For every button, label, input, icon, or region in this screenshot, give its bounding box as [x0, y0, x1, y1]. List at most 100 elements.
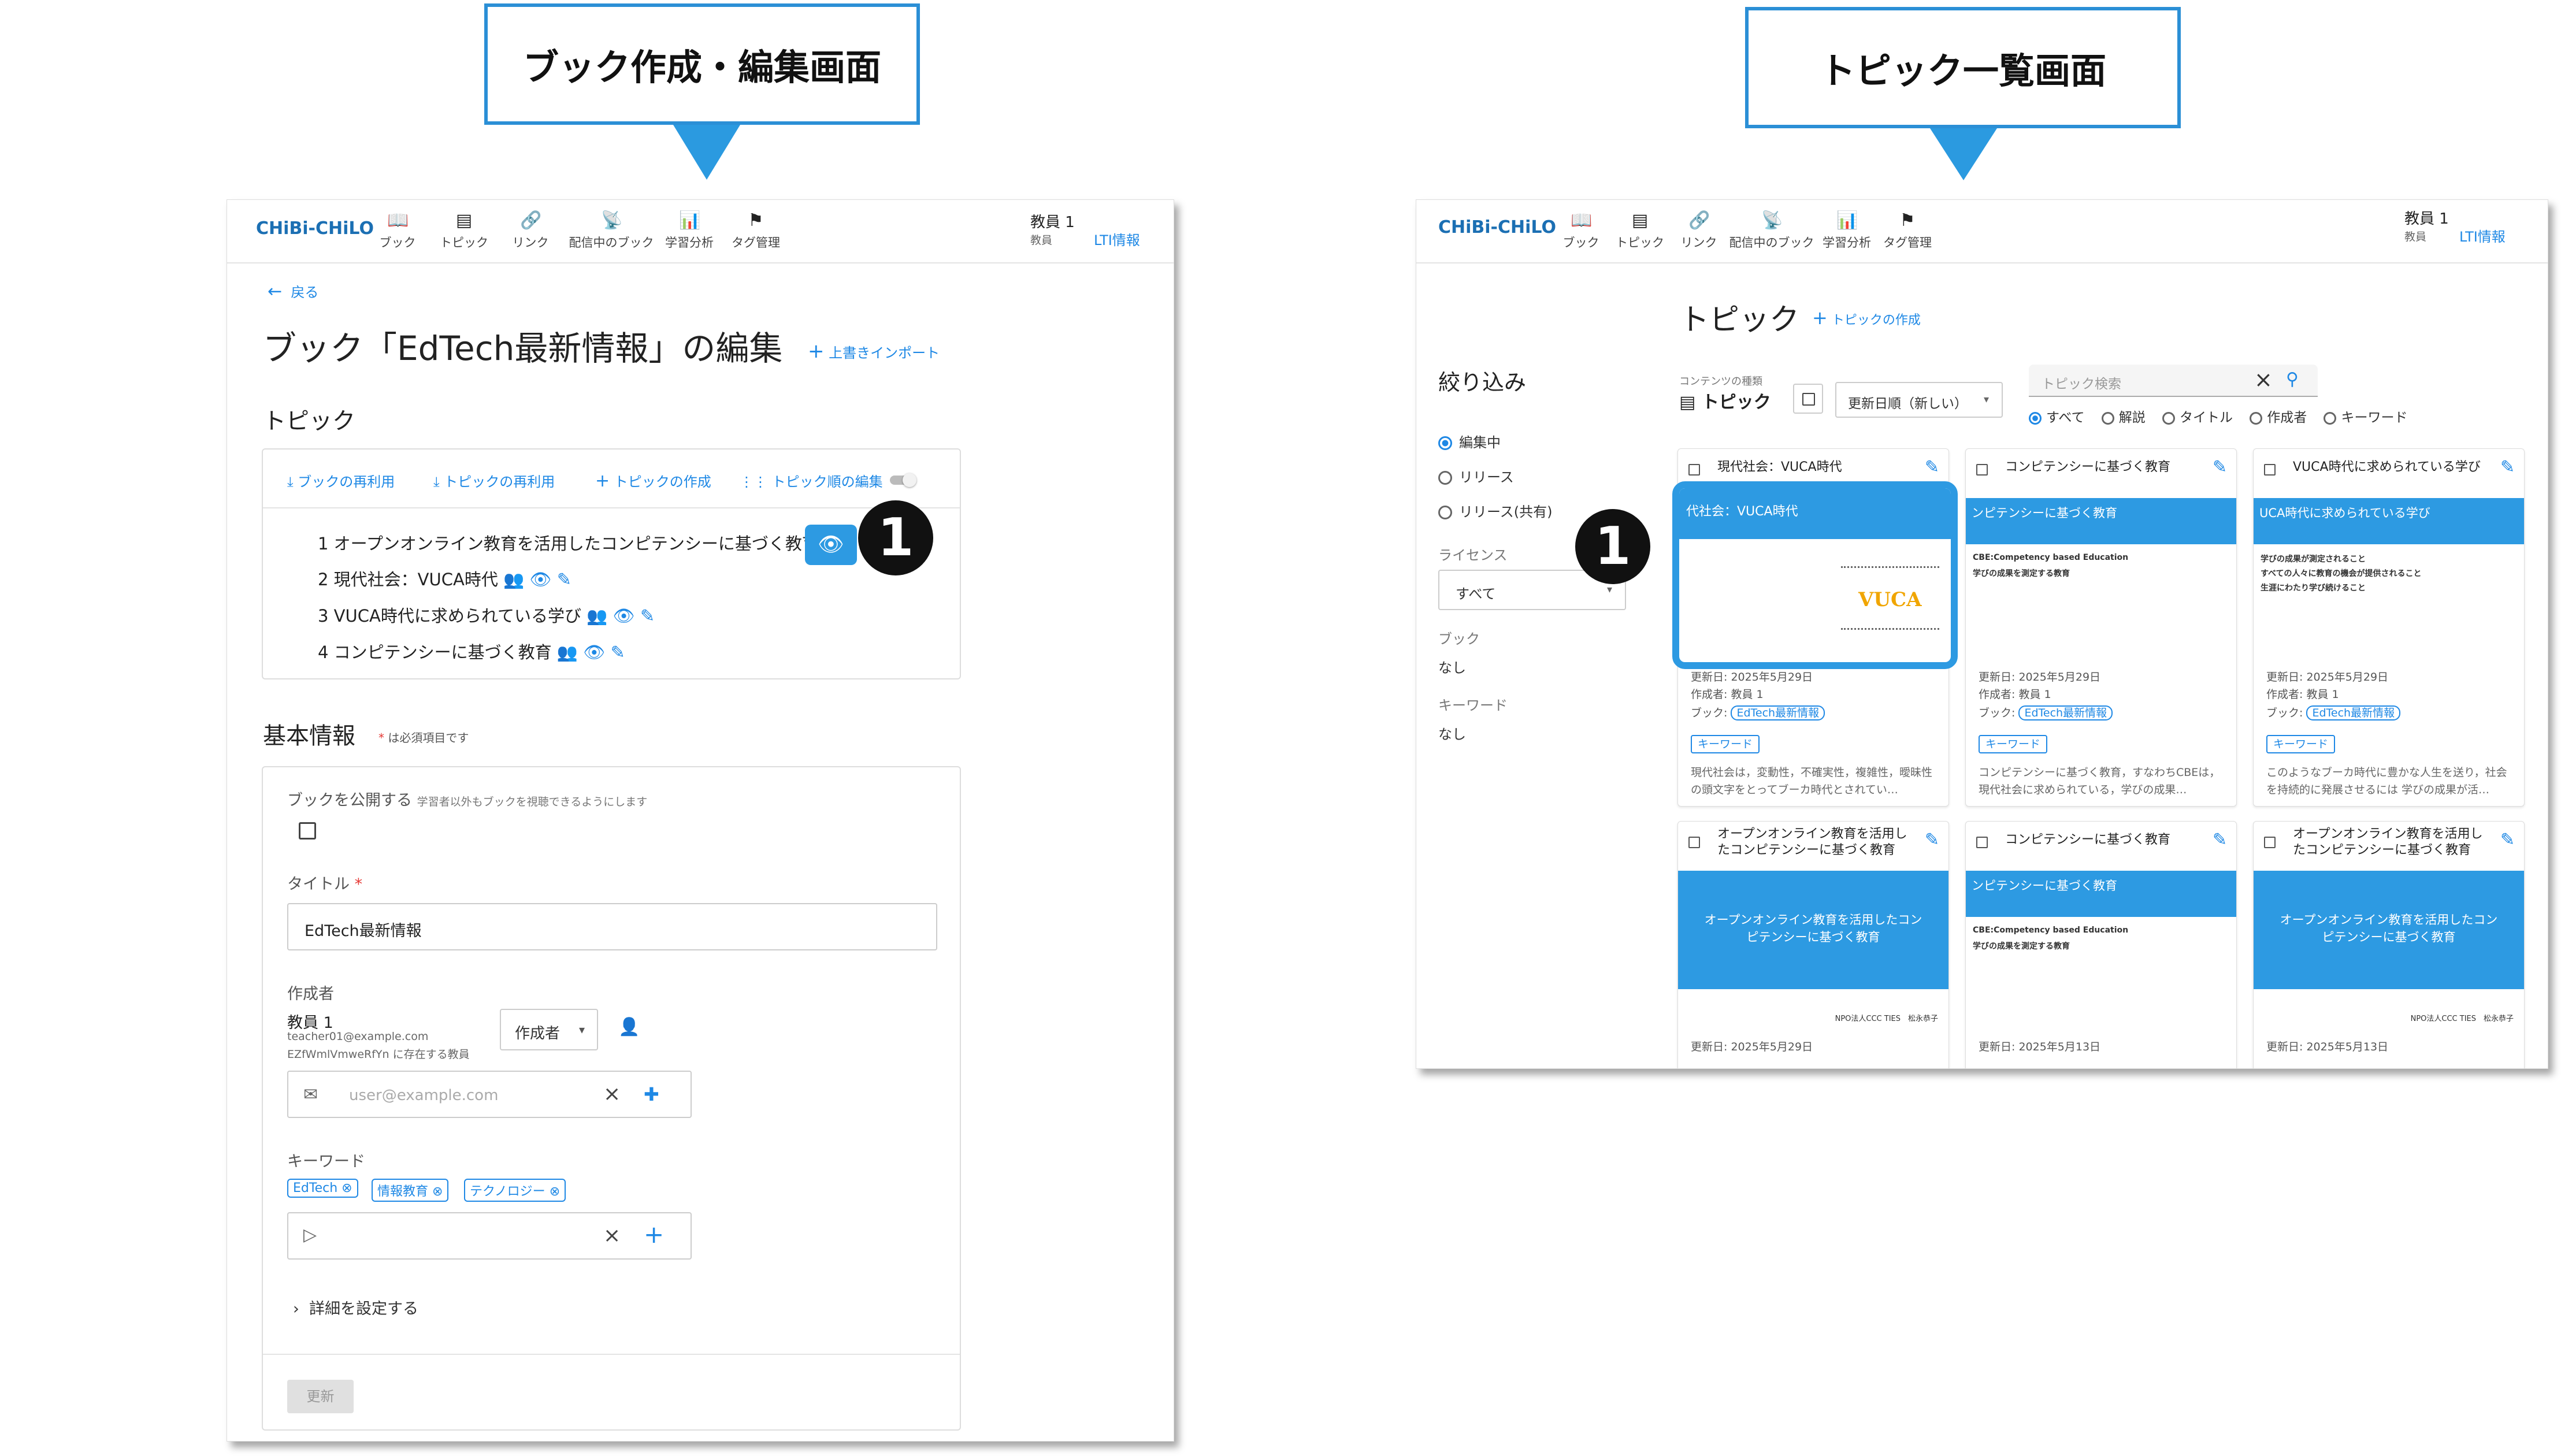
- scope-author[interactable]: 作成者: [2250, 410, 2307, 425]
- app-logo[interactable]: CHiBi-CHiLO: [256, 218, 374, 239]
- edit-icon[interactable]: ✎: [2213, 457, 2227, 477]
- eye-icon[interactable]: 👁: [613, 606, 635, 626]
- preview-eye-highlight[interactable]: 👁: [805, 525, 857, 565]
- create-topic-button[interactable]: + トピックの作成: [595, 470, 711, 491]
- nav-tags[interactable]: ⚑ タグ管理: [1876, 211, 1939, 251]
- chip-remove-icon[interactable]: ⊗: [342, 1181, 352, 1195]
- book-chip[interactable]: EdTech最新情報: [1731, 705, 1825, 720]
- nav-analytics[interactable]: 📊 学習分析: [1815, 211, 1879, 251]
- email-placeholder: user@example.com: [349, 1087, 499, 1104]
- clear-icon[interactable]: ×: [603, 1082, 621, 1106]
- topic-card[interactable]: コンピテンシーに基づく教育 ✎ ンピテンシーに基づく教育 CBE:Compete…: [1965, 448, 2237, 807]
- edit-icon[interactable]: ✎: [640, 606, 655, 626]
- nav-topic[interactable]: ▤ トピック: [1608, 211, 1672, 251]
- scope-title[interactable]: タイトル: [2162, 410, 2233, 425]
- filter-status-release[interactable]: リリース: [1438, 466, 1514, 486]
- preview-highlight[interactable]: 代社会：VUCA時代 VUCA: [1672, 481, 1958, 669]
- edit-icon[interactable]: ✎: [557, 570, 571, 590]
- card-checkbox[interactable]: [2264, 837, 2276, 848]
- keyword-chip[interactable]: 情報教育 ⊗: [372, 1179, 449, 1202]
- lti-link[interactable]: LTI情報: [1094, 229, 1140, 249]
- nav-topic[interactable]: ▤ トピック: [432, 211, 496, 251]
- content-type-label: コンテンツの種類: [1679, 376, 1762, 388]
- nav-book[interactable]: 📖 ブック: [366, 211, 429, 251]
- filter-status-editing[interactable]: 編集中: [1438, 431, 1501, 451]
- scope-keyword[interactable]: キーワード: [2324, 410, 2407, 425]
- card-checkbox[interactable]: [1976, 837, 1988, 848]
- nav-released-books[interactable]: 📡 配信中のブック: [568, 211, 655, 251]
- nav-book[interactable]: 📖 ブック: [1549, 211, 1613, 251]
- scope-explanation[interactable]: 解説: [2101, 410, 2146, 425]
- import-button[interactable]: + 上書きインポート: [808, 340, 940, 363]
- card-checkbox[interactable]: [1688, 464, 1700, 476]
- keyword-chip[interactable]: EdTech ⊗: [287, 1179, 358, 1198]
- back-link[interactable]: ← 戻る: [268, 281, 318, 302]
- keyword-input[interactable]: ▷ × +: [287, 1212, 692, 1260]
- required-note: * は必須項目です: [378, 731, 469, 745]
- title-input[interactable]: EdTech最新情報: [287, 903, 937, 950]
- keyword-chip[interactable]: キーワード: [1979, 735, 2048, 753]
- nav-released-books[interactable]: 📡 配信中のブック: [1728, 211, 1815, 251]
- edit-icon[interactable]: ✎: [2213, 830, 2227, 850]
- annotation-badge: 1: [1575, 509, 1650, 584]
- annotation-badge: 1: [858, 500, 933, 575]
- update-button[interactable]: 更新: [287, 1380, 354, 1413]
- reorder-toggle[interactable]: [890, 473, 916, 487]
- reorder-topics-button[interactable]: ⋮⋮ トピック順の編集: [740, 470, 883, 491]
- keyword-chip[interactable]: キーワード: [2266, 735, 2336, 753]
- app-logo[interactable]: CHiBi-CHiLO: [1438, 217, 1556, 237]
- card-checkbox[interactable]: [1688, 837, 1700, 848]
- search-input[interactable]: トピック検索 × ⚲: [2029, 365, 2318, 397]
- filter-status-shared[interactable]: リリース(共有): [1438, 500, 1553, 521]
- topic-row[interactable]: 3 VUCA時代に求められている学び 👥 👁 ✎: [318, 603, 655, 627]
- card-checkbox[interactable]: [2264, 464, 2276, 476]
- callout-arrow: [1930, 128, 1997, 180]
- search-icon[interactable]: ⚲: [2286, 369, 2299, 389]
- edit-icon[interactable]: ✎: [2500, 457, 2515, 477]
- topic-card[interactable]: オープンオンライン教育を活用したコンピテンシーに基づく教育 ✎ オープンオンライ…: [2253, 821, 2525, 1068]
- eye-icon[interactable]: 👁: [583, 642, 605, 663]
- topic-row[interactable]: 4 コンピテンシーに基づく教育 👥 👁 ✎: [318, 639, 625, 663]
- add-user-icon[interactable]: ✚: [644, 1083, 659, 1105]
- remove-user-icon[interactable]: 👤: [618, 1017, 640, 1037]
- user-info[interactable]: 教員 1 教員: [1030, 210, 1075, 247]
- nav-analytics[interactable]: 📊 学習分析: [658, 211, 721, 251]
- eye-icon[interactable]: 👁: [529, 570, 551, 590]
- reuse-topic-button[interactable]: ⤓ トピックの再利用: [433, 470, 555, 491]
- topic-row[interactable]: 1 オープンオンライン教育を活用したコンピテンシーに基づく教育: [318, 530, 819, 555]
- topic-card[interactable]: オープンオンライン教育を活用したコンピテンシーに基づく教育 ✎ オープンオンライ…: [1677, 821, 1949, 1068]
- card-checkbox[interactable]: [1976, 464, 1988, 476]
- topic-card[interactable]: コンピテンシーに基づく教育 ✎ ンピテンシーに基づく教育 CBE:Compete…: [1965, 821, 2237, 1068]
- chip-remove-icon[interactable]: ⊗: [550, 1184, 560, 1199]
- author-role-select[interactable]: 作成者 ▾: [500, 1009, 598, 1050]
- email-input[interactable]: ✉ user@example.com × ✚: [287, 1071, 692, 1118]
- scope-all[interactable]: すべて: [2029, 410, 2084, 425]
- content-type-value[interactable]: ▤ トピック: [1679, 388, 1771, 413]
- topic-row[interactable]: 2 現代社会：VUCA時代 👥 👁 ✎: [318, 566, 571, 590]
- lti-link[interactable]: LTI情報: [2459, 225, 2506, 246]
- user-info[interactable]: 教員 1 教員: [2404, 207, 2449, 244]
- nav-link[interactable]: 🔗 リンク: [1667, 211, 1731, 251]
- sort-select[interactable]: 更新日順（新しい） ▾: [1835, 382, 2003, 418]
- book-chip[interactable]: EdTech最新情報: [2018, 705, 2113, 720]
- add-keyword-icon[interactable]: +: [644, 1220, 664, 1249]
- keyword-chip[interactable]: キーワード: [1691, 735, 1760, 753]
- nav-link[interactable]: 🔗 リンク: [499, 211, 562, 251]
- clear-icon[interactable]: ×: [603, 1224, 621, 1247]
- keyword-chip[interactable]: テクノロジー ⊗: [464, 1179, 566, 1202]
- select-all-checkbox[interactable]: [1793, 384, 1823, 414]
- nav-tags[interactable]: ⚑ タグ管理: [724, 211, 788, 251]
- publish-checkbox[interactable]: [299, 822, 316, 840]
- edit-icon[interactable]: ✎: [1925, 457, 1939, 477]
- chip-remove-icon[interactable]: ⊗: [432, 1184, 443, 1199]
- edit-icon[interactable]: ✎: [2500, 830, 2515, 850]
- create-topic-button[interactable]: + トピックの作成: [1812, 307, 1921, 329]
- topic-card[interactable]: VUCA時代に求められている学び ✎ UCA時代に求められている学び 学びの成果…: [2253, 448, 2525, 807]
- detail-settings-toggle[interactable]: › 詳細を設定する: [293, 1296, 418, 1318]
- edit-icon[interactable]: ✎: [1925, 830, 1939, 850]
- toggle-knob: [903, 473, 916, 487]
- clear-icon[interactable]: ×: [2254, 367, 2273, 392]
- edit-icon[interactable]: ✎: [611, 642, 625, 663]
- book-chip[interactable]: EdTech最新情報: [2306, 705, 2401, 720]
- reuse-book-button[interactable]: ⤓ ブックの再利用: [287, 470, 395, 491]
